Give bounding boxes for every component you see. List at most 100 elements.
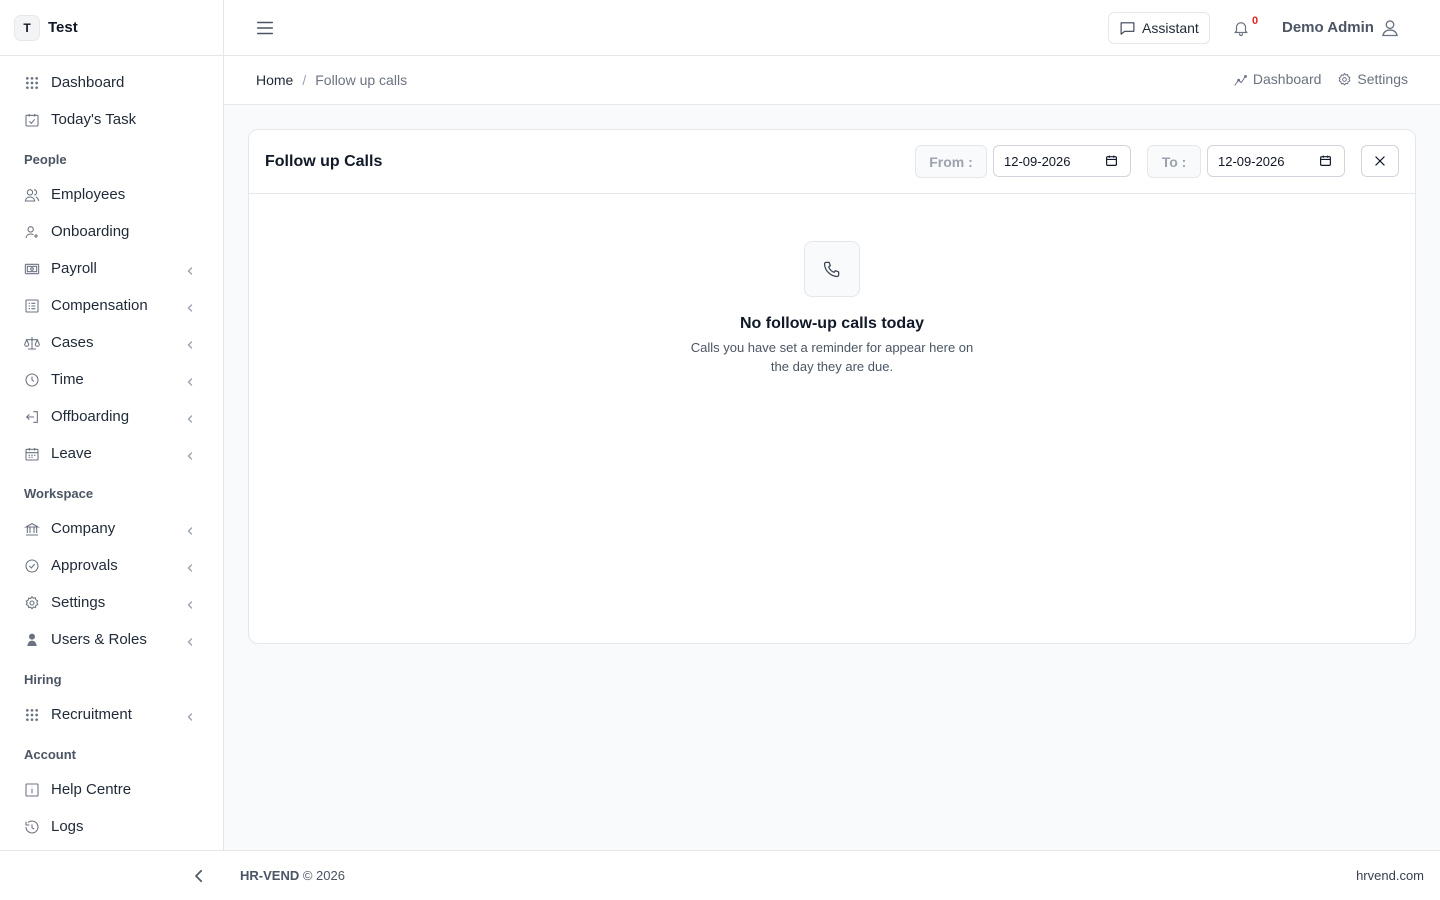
follow-up-calls-card: Follow up Calls From : 12-09-2026 To : 1… bbox=[248, 129, 1416, 644]
bank-icon bbox=[24, 521, 40, 537]
chevron-left-icon bbox=[185, 374, 195, 386]
user-shield-icon bbox=[24, 632, 40, 648]
chevron-left-icon bbox=[185, 634, 195, 646]
section-label-hiring: Hiring bbox=[24, 671, 62, 687]
info-icon bbox=[24, 782, 40, 798]
sidebar-item-label: Cases bbox=[51, 334, 94, 351]
sidebar-item-label: Offboarding bbox=[51, 408, 130, 425]
sidebar-item-offboarding[interactable]: Offboarding bbox=[0, 398, 223, 435]
sidebar-item-label: Onboarding bbox=[51, 223, 130, 240]
sidebar-item-label: Users & Roles bbox=[51, 631, 147, 648]
sidebar-item-label: Recruitment bbox=[51, 706, 132, 723]
sidebar-item-employees[interactable]: Employees bbox=[0, 176, 223, 213]
chevron-left-icon bbox=[185, 597, 195, 609]
user-plus-icon bbox=[24, 224, 40, 240]
chevron-left-icon bbox=[185, 709, 195, 721]
sidebar-item-label: Today's Task bbox=[51, 111, 137, 128]
section-label-account: Account bbox=[24, 746, 76, 762]
chevron-left-icon bbox=[185, 523, 195, 535]
from-date-input[interactable]: 12-09-2026 bbox=[993, 145, 1131, 177]
from-label: From : bbox=[915, 145, 987, 178]
sidebar-item-cases[interactable]: Cases bbox=[0, 324, 223, 361]
menu-toggle-icon[interactable] bbox=[254, 17, 276, 39]
sidebar-item-label: Settings bbox=[51, 594, 106, 611]
sidebar-item-label: Logs bbox=[51, 818, 84, 835]
sidebar-item-payroll[interactable]: Payroll bbox=[0, 250, 223, 287]
chevron-left-icon bbox=[185, 448, 195, 460]
money-icon bbox=[24, 261, 40, 277]
collapse-sidebar-chevron-icon[interactable] bbox=[190, 867, 208, 885]
chevron-left-icon bbox=[185, 263, 195, 275]
empty-state-title: No follow-up calls today bbox=[739, 315, 924, 332]
sidebar-item-label: Employees bbox=[51, 186, 126, 203]
breadcrumb-separator: / bbox=[302, 72, 307, 88]
user-name[interactable]: Demo Admin bbox=[1282, 19, 1374, 36]
logout-icon bbox=[24, 409, 40, 425]
chevron-left-icon bbox=[185, 300, 195, 312]
calendar-icon bbox=[24, 446, 40, 462]
sidebar-item-label: Compensation bbox=[51, 297, 148, 314]
sidebar-item-leave[interactable]: Leave bbox=[0, 435, 223, 472]
settings-link[interactable]: Settings bbox=[1337, 71, 1408, 87]
sidebar-item-time[interactable]: Time bbox=[0, 361, 223, 398]
footer: HR-VEND © 2026 hrvend.com bbox=[0, 850, 1440, 900]
sidebar-item-dashboard[interactable]: Dashboard bbox=[0, 64, 223, 101]
list-icon bbox=[24, 298, 40, 314]
sidebar-item-recruitment[interactable]: Recruitment bbox=[0, 696, 223, 733]
brand[interactable]: T Test bbox=[0, 0, 223, 56]
gear-icon bbox=[24, 595, 40, 611]
clock-icon bbox=[24, 372, 40, 388]
sidebar-nav: Dashboard Today's Task People Employees Onbo… bbox=[0, 56, 223, 845]
sidebar-item-label: Leave bbox=[51, 445, 92, 462]
user-icon[interactable] bbox=[1380, 18, 1400, 38]
footer-brand: HR-VEND bbox=[240, 868, 300, 883]
dashboard-link[interactable]: Dashboard bbox=[1233, 71, 1321, 87]
site-link[interactable]: hrvend.com bbox=[1356, 868, 1424, 883]
sidebar-item-today-s-task[interactable]: Today's Task bbox=[0, 101, 223, 138]
sidebar-item-label: Payroll bbox=[51, 260, 97, 277]
card-title: Follow up Calls bbox=[265, 153, 383, 170]
breadcrumb-actions: Dashboard Settings bbox=[1233, 71, 1408, 87]
sidebar-item-settings[interactable]: Settings bbox=[0, 584, 223, 621]
sidebar-item-label: Dashboard bbox=[51, 74, 125, 91]
sidebar-item-help-centre[interactable]: Help Centre bbox=[0, 771, 223, 808]
notification-count-badge: 0 bbox=[1246, 13, 1264, 29]
sidebar-item-label: Time bbox=[51, 371, 84, 388]
section-label-workspace: Workspace bbox=[24, 485, 94, 501]
topbar: Assistant 0 Demo Admin bbox=[224, 0, 1440, 56]
breadcrumb: Home / Follow up calls bbox=[256, 72, 407, 88]
sidebar-item-onboarding[interactable]: Onboarding bbox=[0, 213, 223, 250]
sidebar-item-users-and-roles[interactable]: Users & Roles bbox=[0, 621, 223, 658]
settings-link-label: Settings bbox=[1357, 71, 1408, 87]
calendar-check-icon bbox=[24, 112, 40, 128]
copyright: HR-VEND © 2026 bbox=[240, 868, 345, 883]
clear-filter-button[interactable] bbox=[1361, 145, 1399, 177]
assistant-label: Assistant bbox=[1142, 20, 1199, 36]
to-label: To : bbox=[1147, 145, 1201, 178]
sidebar-item-approvals[interactable]: Approvals bbox=[0, 547, 223, 584]
calendar-icon[interactable] bbox=[1319, 154, 1332, 167]
sidebar-item-label: Approvals bbox=[51, 557, 118, 574]
sidebar-item-compensation[interactable]: Compensation bbox=[0, 287, 223, 324]
brand-badge: T bbox=[14, 14, 40, 41]
sidebar-item-logs[interactable]: Logs bbox=[0, 808, 223, 845]
phone-icon bbox=[804, 241, 860, 297]
breadcrumb-home-link[interactable]: Home bbox=[256, 72, 293, 88]
empty-state-description: Calls you have set a reminder for appear… bbox=[690, 340, 974, 374]
close-icon bbox=[1375, 156, 1385, 166]
section-label-people: People bbox=[24, 151, 67, 167]
from-date-value: 12-09-2026 bbox=[1004, 153, 1071, 169]
gear-icon bbox=[1338, 72, 1351, 86]
chat-icon bbox=[1120, 21, 1135, 35]
chevron-left-icon bbox=[185, 560, 195, 572]
chevron-left-icon bbox=[185, 337, 195, 349]
footer-copyright: © 2026 bbox=[302, 868, 345, 883]
check-circle-icon bbox=[24, 558, 40, 574]
sidebar-item-company[interactable]: Company bbox=[0, 510, 223, 547]
calendar-icon[interactable] bbox=[1105, 154, 1118, 167]
to-date-input[interactable]: 12-09-2026 bbox=[1207, 145, 1345, 177]
assistant-button[interactable]: Assistant bbox=[1108, 12, 1210, 44]
sidebar: T Test Dashboard Today's Task People Employ… bbox=[0, 0, 224, 850]
scale-icon bbox=[24, 335, 40, 351]
card-header: Follow up Calls From : 12-09-2026 To : 1… bbox=[249, 130, 1415, 194]
